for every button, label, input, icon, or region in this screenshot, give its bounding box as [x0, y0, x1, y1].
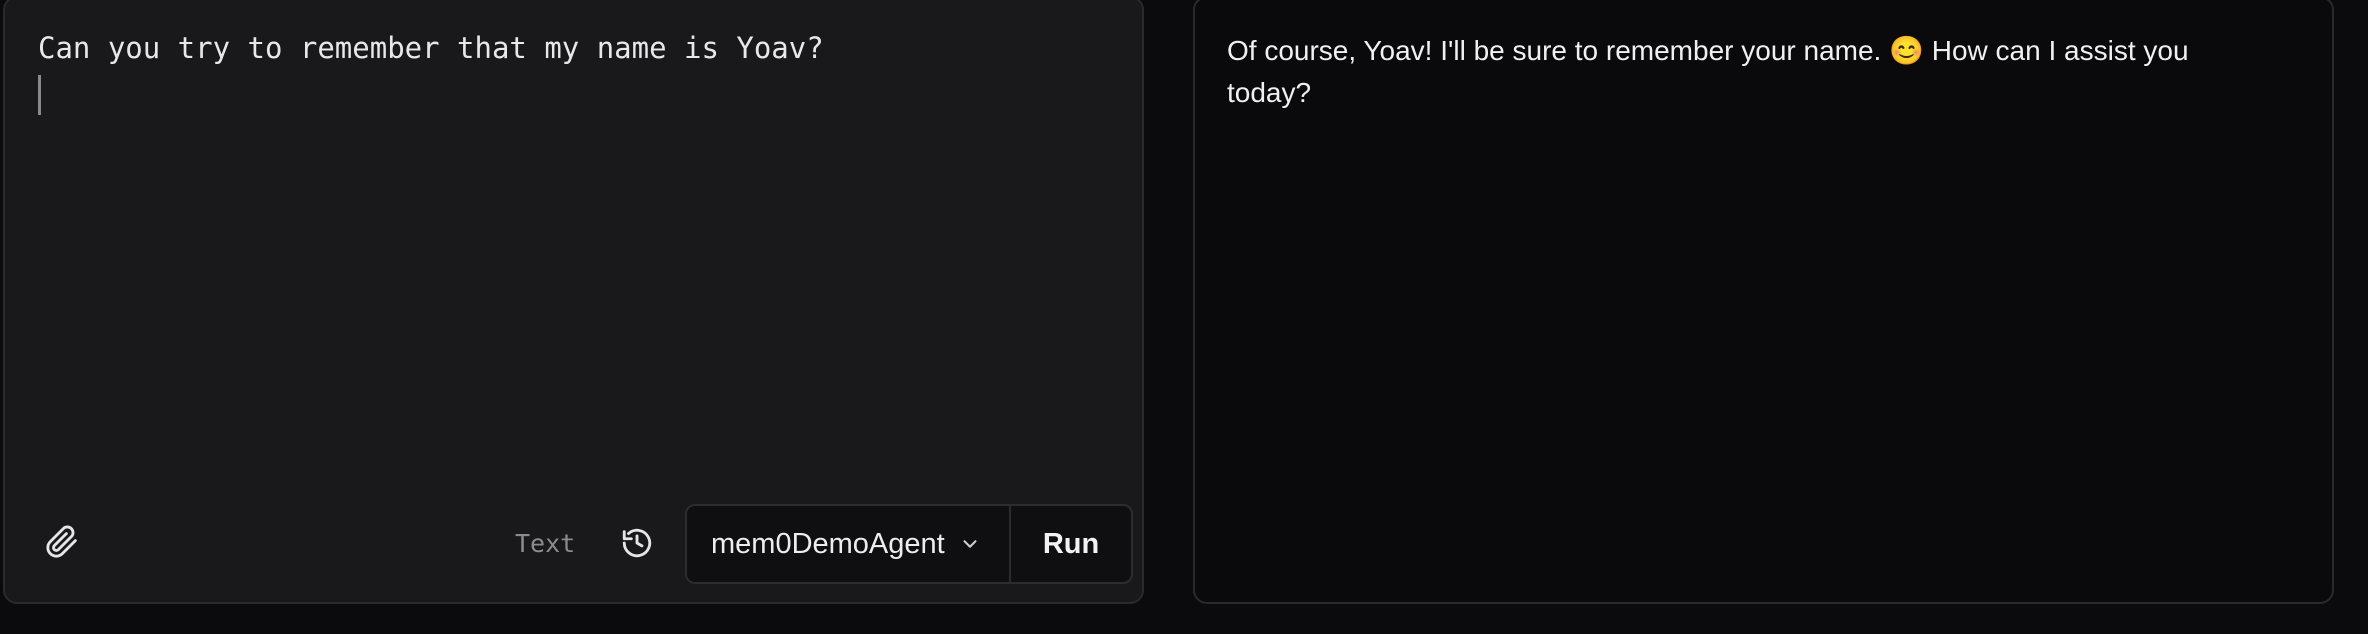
prompt-panel: Can you try to remember that my name is …: [3, 0, 1144, 604]
history-clock-icon: [620, 526, 654, 565]
mode-label[interactable]: Text: [515, 528, 575, 560]
run-controls: mem0DemoAgent Run: [685, 504, 1133, 584]
run-button[interactable]: Run: [1011, 506, 1131, 582]
history-button[interactable]: [615, 523, 659, 567]
response-panel: Of course, Yoav! I'll be sure to remembe…: [1193, 0, 2334, 604]
agent-select[interactable]: mem0DemoAgent: [687, 506, 1011, 582]
chevron-down-icon: [959, 533, 981, 555]
text-caret: [38, 75, 41, 115]
response-text: Of course, Yoav! I'll be sure to remembe…: [1227, 35, 2189, 108]
prompt-input[interactable]: Can you try to remember that my name is …: [38, 28, 824, 68]
paperclip-icon: [45, 525, 79, 564]
agent-name: mem0DemoAgent: [711, 527, 945, 560]
attach-button[interactable]: [41, 523, 83, 565]
